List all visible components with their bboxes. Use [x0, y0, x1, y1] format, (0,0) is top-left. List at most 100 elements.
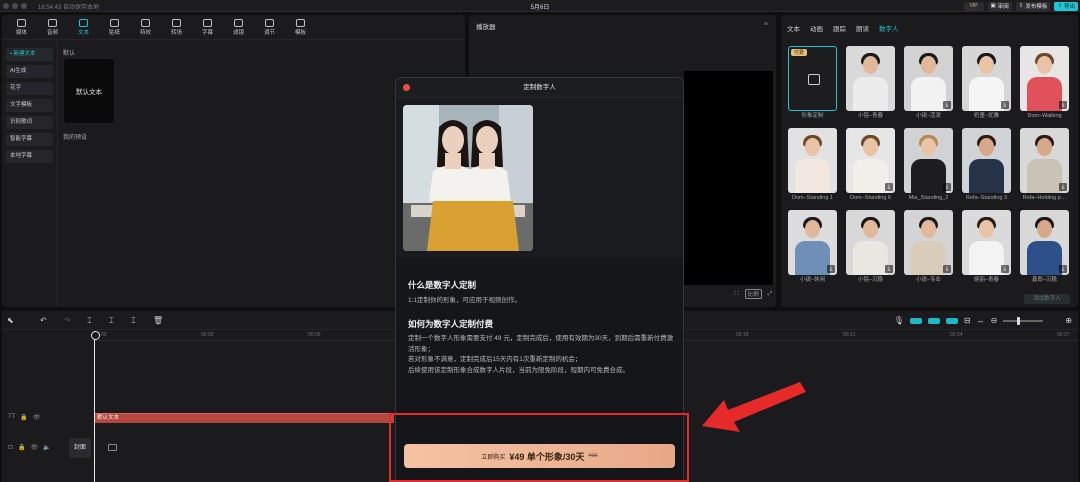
digital-human-card[interactable]: ⤓ Dom–Standing 6	[846, 128, 895, 206]
digital-human-card[interactable]: ⤓ Dom–Walking	[1020, 46, 1069, 124]
redo-icon[interactable]: ↷	[64, 316, 71, 325]
tool-tab-8[interactable]: 调节	[254, 15, 285, 39]
text-menu-item[interactable]: • 新建文本	[6, 48, 53, 61]
eye-icon[interactable]: 👁	[31, 444, 39, 451]
text-clip[interactable]: 默认文本	[94, 413, 394, 423]
avatar-body	[853, 241, 888, 275]
download-icon[interactable]: ⤓	[943, 265, 951, 273]
download-icon[interactable]: ⤓	[885, 183, 893, 191]
tool-tab-0[interactable]: 媒体	[6, 15, 37, 39]
zoom-slider[interactable]	[1003, 316, 1044, 325]
inspector-tab[interactable]: 朗读	[856, 23, 869, 33]
delete-icon[interactable]: 🗑	[153, 316, 163, 325]
avatar-name: 婉丽–青春	[973, 277, 1000, 283]
tool-tab-9[interactable]: 模板	[285, 15, 316, 39]
inspector-tab[interactable]: 文本	[787, 23, 800, 33]
digital-human-card[interactable]: ⤓ 奶童–优雅	[962, 46, 1011, 124]
auto-snap-icon[interactable]	[927, 317, 940, 324]
default-text-tile[interactable]: 默认文本	[64, 59, 114, 123]
main-track-magnet-icon[interactable]	[909, 317, 922, 324]
download-icon[interactable]: ⤓	[1001, 101, 1009, 109]
dialog-title: 定制数字人	[523, 84, 556, 91]
tool-tab-2[interactable]: 文本	[68, 15, 99, 39]
cover-button[interactable]: 封面	[69, 438, 91, 458]
avatar-thumbnail	[846, 46, 895, 111]
digital-human-card[interactable]: Refa–Standing 3	[962, 128, 1011, 206]
tool-tab-label: 文本	[77, 29, 89, 36]
tool-tab-label: 贴纸	[108, 29, 120, 36]
lock-icon[interactable]: 🔒	[20, 414, 27, 421]
digital-human-card[interactable]: ⤓ 小铭–沉稳	[846, 210, 895, 288]
lock-icon[interactable]: 🔒	[18, 444, 25, 451]
text-menu-item[interactable]: 识别歌词	[6, 116, 53, 129]
add-digital-human-button[interactable]: 添加数字人	[1024, 294, 1070, 304]
avatar-thumbnail: ⤓	[846, 210, 895, 275]
tool-tab-7[interactable]: 滤镜	[223, 15, 254, 39]
text-menu-item[interactable]: 本地字幕	[6, 150, 53, 163]
linkage-icon[interactable]	[945, 317, 958, 324]
tool-tab-icon	[265, 18, 274, 27]
download-icon[interactable]: ⤓	[1059, 101, 1067, 109]
my-presets-label: 我的预设	[63, 135, 88, 141]
tool-tab-5[interactable]: 转场	[161, 15, 192, 39]
playhead[interactable]	[91, 331, 100, 482]
avatar-head	[1037, 138, 1052, 156]
fit-timeline-icon[interactable]: ↔	[977, 316, 985, 325]
vip-badge[interactable]: VIP	[963, 1, 984, 11]
microphone-icon[interactable]: 🎙	[894, 316, 904, 325]
download-icon[interactable]: ⤓	[1059, 183, 1067, 191]
download-icon[interactable]: ⤓	[1001, 265, 1009, 273]
ratio-button[interactable]: 比例	[744, 289, 762, 299]
avatar-thumbnail: ⤓	[904, 210, 953, 275]
digital-human-card[interactable]: 小铭–青春	[846, 46, 895, 124]
download-icon[interactable]: ⤓	[1059, 265, 1067, 273]
custom-avatar-card[interactable]: 付费 形象定制	[788, 46, 837, 124]
download-icon[interactable]: ⤓	[943, 183, 951, 191]
eye-icon[interactable]: 👁	[33, 414, 41, 421]
avatar-head	[805, 138, 820, 156]
text-track-icon: TT	[8, 414, 16, 420]
mute-icon[interactable]: 🔈	[43, 444, 50, 451]
tool-tab-6[interactable]: 字幕	[192, 15, 223, 39]
zoom-in-icon[interactable]: ⊕	[1065, 316, 1072, 325]
review-button[interactable]: ▣ 审阅	[987, 1, 1012, 11]
inspector-tab[interactable]: 数字人	[879, 23, 899, 33]
select-tool-icon[interactable]: ⬉	[7, 316, 14, 325]
digital-human-card[interactable]: ⤓ 小锐–休闲	[788, 210, 837, 288]
undo-icon[interactable]: ↶	[40, 316, 47, 325]
publish-template-button[interactable]: ⇪ 发布模板	[1015, 1, 1051, 11]
export-button[interactable]: ⇧ 导出	[1054, 1, 1078, 11]
film-icon	[108, 444, 117, 451]
tool-tab-3[interactable]: 贴纸	[99, 15, 130, 39]
fit-screen-icon[interactable]: ⛶	[735, 291, 739, 298]
close-dialog-icon[interactable]	[403, 84, 410, 91]
text-menu-item[interactable]: 文字模板	[6, 99, 53, 112]
split-right-icon[interactable]: ⌶	[131, 316, 136, 326]
preview-axis-icon[interactable]: ⊟	[964, 316, 971, 325]
tool-tab-4[interactable]: 特效	[130, 15, 161, 39]
download-icon[interactable]: ⤓	[885, 265, 893, 273]
avatar-body	[1027, 77, 1062, 111]
text-menu-item[interactable]: 智能字幕	[6, 133, 53, 146]
split-icon[interactable]: ⌶	[87, 316, 92, 326]
zoom-out-icon[interactable]: ⊖	[991, 316, 998, 325]
inspector-tab[interactable]: 动画	[810, 23, 823, 33]
download-icon[interactable]: ⤓	[827, 265, 835, 273]
inspector-tab[interactable]: 跟踪	[833, 23, 846, 33]
text-menu-item[interactable]: 花字	[6, 82, 53, 95]
text-menu-item[interactable]: AI生成	[6, 65, 53, 78]
digital-human-card[interactable]: ⤓ 小锐–专业	[904, 210, 953, 288]
digital-human-card[interactable]: Dom–Standing 1	[788, 128, 837, 206]
player-menu-icon[interactable]: ≡	[764, 21, 768, 28]
split-left-icon[interactable]: ⌶	[109, 316, 114, 326]
digital-human-card[interactable]: ⤓ 鑫郎–沉稳	[1020, 210, 1069, 288]
tool-tab-1[interactable]: 音频	[37, 15, 68, 39]
avatar-thumbnail: ⤓	[904, 128, 953, 193]
digital-human-card[interactable]: ⤓ Refa–Holding p…	[1020, 128, 1069, 206]
digital-human-card[interactable]: ⤓ 小锐–活泼	[904, 46, 953, 124]
digital-human-card[interactable]: ⤓ Mia_Standing_2	[904, 128, 953, 206]
digital-human-card[interactable]: ⤓ 婉丽–青春	[962, 210, 1011, 288]
video-track-icon: ⊡	[8, 445, 14, 451]
fullscreen-icon[interactable]: ⤢	[768, 291, 772, 298]
download-icon[interactable]: ⤓	[943, 101, 951, 109]
